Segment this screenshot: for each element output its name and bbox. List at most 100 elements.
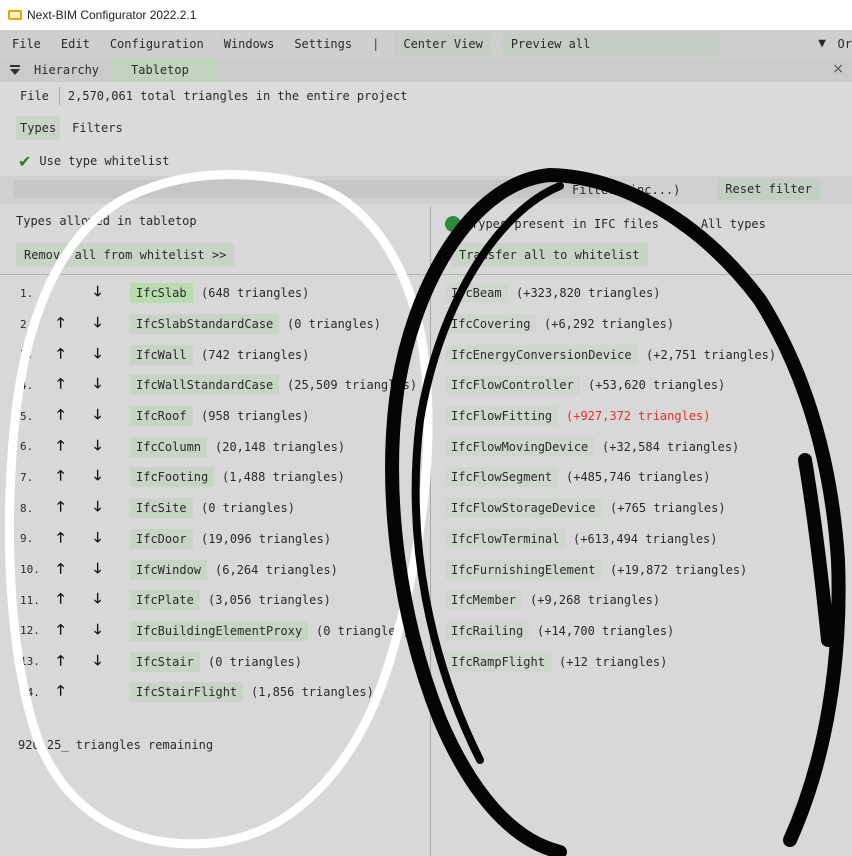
type-name-button[interactable]: IfcCovering: [445, 314, 537, 335]
triangle-count: (+9,268 triangles): [530, 593, 661, 608]
type-name-button[interactable]: IfcSlab: [130, 283, 193, 304]
arrow-down-icon[interactable]: 🡓: [94, 588, 101, 612]
radio-all-icon[interactable]: [674, 216, 691, 232]
type-name-button[interactable]: IfcFlowFitting: [445, 406, 559, 427]
arrow-up-icon[interactable]: 🡑: [57, 558, 64, 582]
menu-overflow[interactable]: Or: [838, 37, 852, 51]
type-name-button[interactable]: IfcColumn: [130, 436, 208, 457]
center-view-button[interactable]: Center View: [395, 33, 491, 55]
radio-present-icon[interactable]: [445, 216, 461, 232]
dropdown-arrow-icon[interactable]: ▼: [818, 36, 826, 51]
menu-configuration[interactable]: Configuration: [110, 37, 204, 51]
type-name-button[interactable]: IfcRailing: [445, 620, 530, 641]
type-name-button[interactable]: IfcSlabStandardCase: [130, 314, 280, 335]
arrow-up-icon[interactable]: 🡑: [57, 496, 64, 520]
menu-settings[interactable]: Settings: [294, 37, 352, 51]
type-name-button[interactable]: IfcEnergyConversionDevice: [445, 344, 638, 365]
arrow-up-icon[interactable]: 🡑: [57, 619, 64, 643]
sub-tabs: Types Filters: [0, 110, 852, 146]
type-name-button[interactable]: IfcSite: [130, 498, 193, 519]
whitelist-checkbox-row[interactable]: ✔ Use type whitelist: [0, 146, 852, 176]
menu-edit[interactable]: Edit: [61, 37, 90, 51]
type-name-button[interactable]: IfcWindow: [130, 559, 208, 580]
remaining-triangles-text: 920,25_ triangles remaining: [18, 738, 214, 752]
triangle-count: (+32,584 triangles): [602, 439, 740, 454]
type-name-button[interactable]: IfcFlowController: [445, 375, 580, 396]
total-triangles-text: 2,570,061 total triangles in the entire …: [67, 89, 408, 103]
table-row: IfcRailing (+14,700 triangles): [431, 616, 852, 647]
type-name-button[interactable]: IfcFurnishingElement: [445, 559, 602, 580]
row-index: 5.: [20, 409, 34, 423]
type-name-button[interactable]: IfcWall: [130, 344, 193, 365]
type-name-button[interactable]: IfcWallStandardCase: [130, 375, 280, 396]
table-row: 5. 🡑 🡓 IfcRoof (958 triangles): [0, 401, 430, 432]
arrow-down-icon[interactable]: 🡓: [94, 435, 101, 459]
type-name-button[interactable]: IfcFlowStorageDevice: [445, 498, 602, 519]
triangle-count: (0 triangles): [316, 623, 410, 638]
tab-types[interactable]: Types: [16, 116, 61, 140]
table-row: IfcCovering (+6,292 triangles): [431, 309, 852, 340]
type-name-button[interactable]: IfcFlowMovingDevice: [445, 436, 595, 457]
table-row: IfcMember (+9,268 triangles): [431, 585, 852, 616]
close-icon[interactable]: ×: [832, 61, 844, 77]
tab-hierarchy[interactable]: Hierarchy: [0, 58, 109, 82]
row-index: 8.: [20, 501, 34, 515]
menu-file[interactable]: File: [12, 37, 41, 51]
transfer-all-button[interactable]: Transfer all to whitelist: [451, 243, 648, 267]
type-name-button[interactable]: IfcBeam: [445, 283, 508, 304]
type-name-button[interactable]: IfcFlowSegment: [445, 467, 559, 488]
menu-windows[interactable]: Windows: [224, 37, 275, 51]
triangle-count: (+613,494 triangles): [573, 531, 718, 546]
arrow-up-icon[interactable]: 🡑: [57, 465, 64, 489]
arrow-up-icon[interactable]: 🡑: [57, 527, 64, 551]
remove-all-button[interactable]: Remove all from whitelist >>: [16, 243, 235, 267]
arrow-up-icon[interactable]: 🡑: [57, 404, 64, 428]
arrow-down-icon[interactable]: 🡓: [94, 343, 101, 367]
triangle-count: (+323,820 triangles): [516, 286, 661, 301]
arrow-down-icon[interactable]: 🡓: [94, 619, 101, 643]
type-name-button[interactable]: IfcStair: [130, 651, 200, 672]
arrow-down-icon[interactable]: 🡓: [94, 558, 101, 582]
table-row: 12. 🡑 🡓 IfcBuildingElementProxy (0 triangles…: [0, 616, 430, 647]
arrow-up-icon[interactable]: 🡑: [57, 435, 64, 459]
check-icon[interactable]: ✔: [18, 152, 31, 171]
type-name-button[interactable]: IfcFlowTerminal: [445, 528, 566, 549]
type-name-button[interactable]: IfcMember: [445, 590, 523, 611]
arrow-down-icon[interactable]: 🡓: [94, 281, 101, 305]
arrow-down-icon[interactable]: 🡓: [94, 373, 101, 397]
row-index: 12.: [20, 624, 40, 638]
arrow-down-icon[interactable]: 🡓: [94, 650, 101, 674]
arrow-up-icon[interactable]: 🡑: [57, 680, 64, 704]
arrow-down-icon[interactable]: 🡓: [94, 496, 101, 520]
arrow-down-icon[interactable]: 🡓: [94, 527, 101, 551]
arrow-up-icon[interactable]: 🡑: [57, 343, 64, 367]
arrow-down-icon[interactable]: 🡓: [94, 404, 101, 428]
reset-filter-button[interactable]: Reset filter: [717, 178, 820, 200]
panel-tab-bar: Hierarchy Tabletop ×: [0, 58, 852, 82]
arrow-up-icon[interactable]: 🡑: [57, 373, 64, 397]
type-name-button[interactable]: IfcRoof: [130, 406, 193, 427]
collapse-menu-icon[interactable]: [10, 65, 20, 75]
row-index: 7.: [20, 470, 34, 484]
triangle-count: (+14,700 triangles): [537, 623, 675, 638]
arrow-down-icon[interactable]: 🡓: [94, 465, 101, 489]
file-info-row: File 2,570,061 total triangles in the en…: [0, 82, 852, 110]
preview-all-button[interactable]: Preview all: [502, 33, 721, 55]
table-row: IfcFlowStorageDevice (+765 triangles): [431, 493, 852, 524]
type-name-button[interactable]: IfcRampFlight: [445, 651, 551, 672]
radio-present-label[interactable]: Types present in IFC files: [471, 217, 659, 231]
type-name-button[interactable]: IfcBuildingElementProxy: [130, 620, 309, 641]
tab-tabletop[interactable]: Tabletop: [109, 58, 217, 82]
type-name-button[interactable]: IfcFooting: [130, 467, 215, 488]
arrow-up-icon[interactable]: 🡑: [57, 312, 64, 336]
arrow-up-icon[interactable]: 🡑: [57, 588, 64, 612]
filter-input[interactable]: [14, 180, 600, 198]
arrow-up-icon[interactable]: 🡑: [57, 650, 64, 674]
table-row: 13. 🡑 🡓 IfcStair (0 triangles): [0, 646, 430, 677]
tab-filters[interactable]: Filters: [68, 116, 127, 140]
arrow-down-icon[interactable]: 🡓: [94, 312, 101, 336]
type-name-button[interactable]: IfcStairFlight: [130, 682, 244, 703]
radio-all-label[interactable]: All types: [701, 217, 766, 231]
type-name-button[interactable]: IfcPlate: [130, 590, 200, 611]
type-name-button[interactable]: IfcDoor: [130, 528, 193, 549]
